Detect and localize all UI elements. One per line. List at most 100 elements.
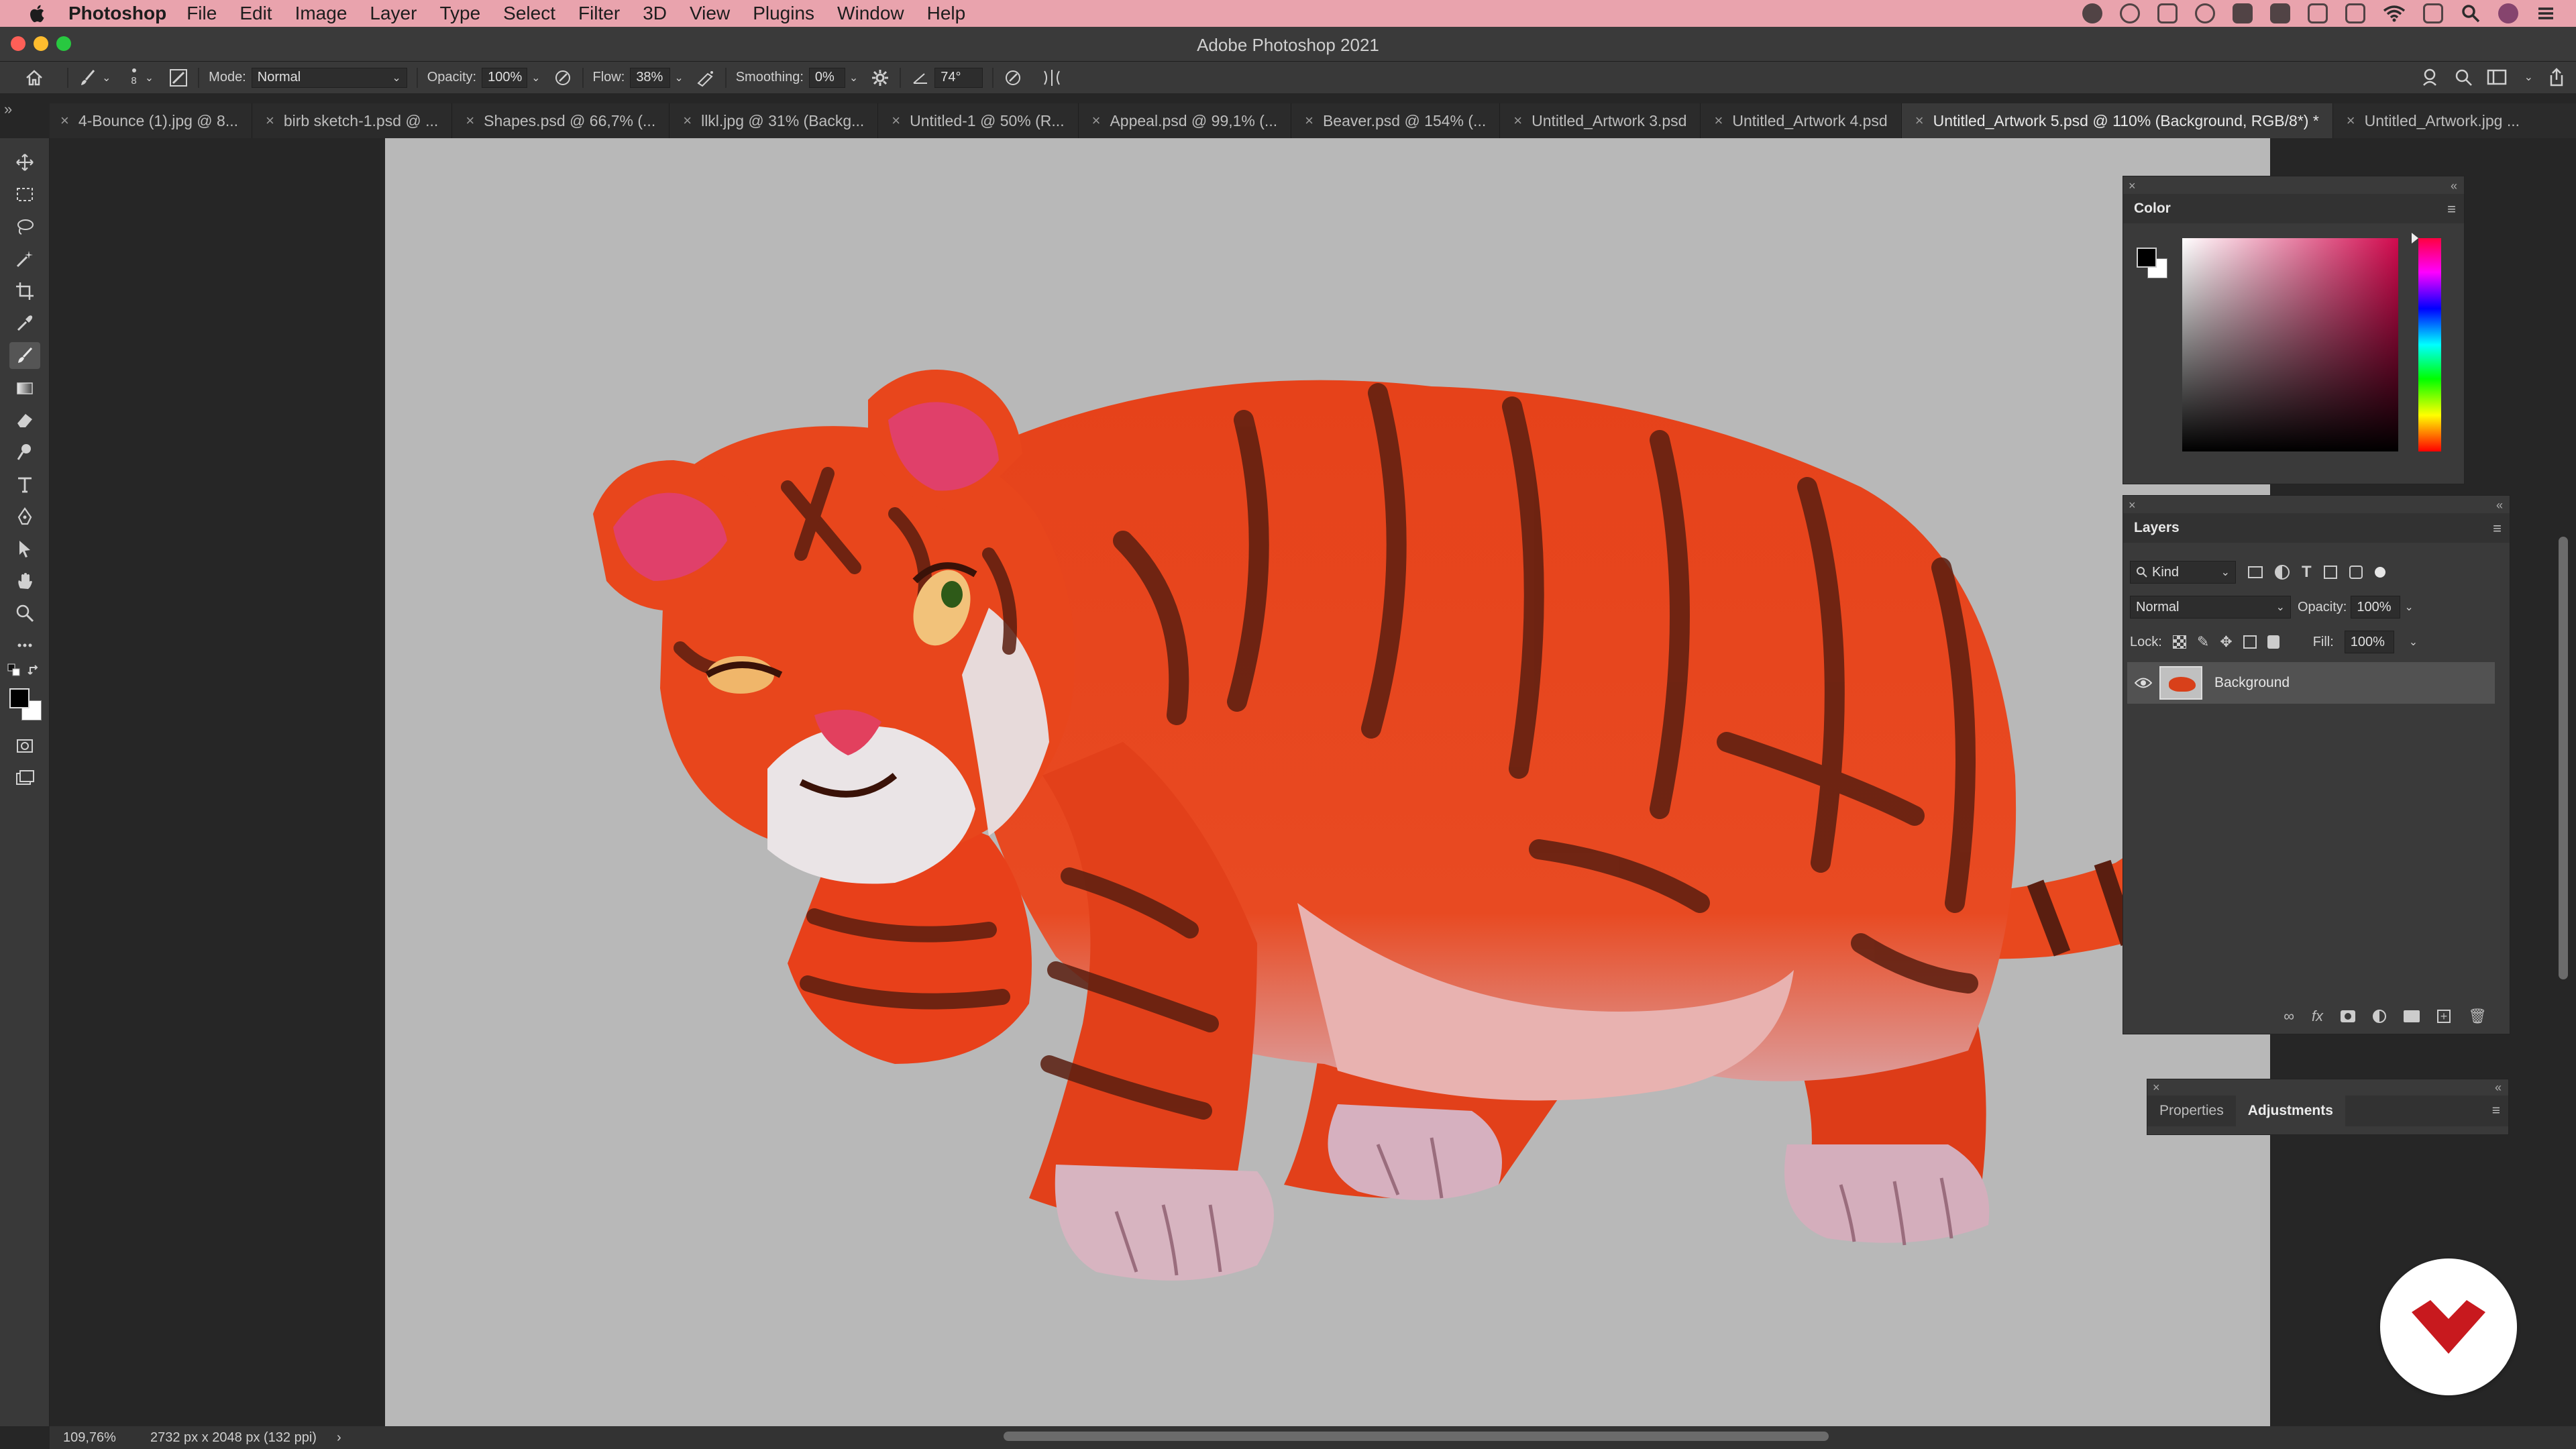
collapse-panel-icon[interactable]: «	[2495, 1081, 2502, 1095]
foreground-swatch[interactable]	[2137, 248, 2157, 268]
default-colors-icon[interactable]	[4, 661, 24, 679]
share-icon[interactable]	[2546, 67, 2567, 87]
eraser-tool-icon[interactable]	[9, 407, 40, 433]
close-tab-icon[interactable]: ×	[60, 112, 69, 129]
script-icon[interactable]	[2270, 3, 2290, 23]
screen-mode-icon[interactable]	[9, 765, 40, 792]
control-center-icon[interactable]	[2423, 3, 2443, 23]
workspace-icon[interactable]	[2487, 67, 2507, 87]
collapse-panel-icon[interactable]: «	[2496, 498, 2503, 513]
brush-icon[interactable]	[78, 68, 98, 88]
move-tool-icon[interactable]	[9, 149, 40, 176]
pen-tool-icon[interactable]	[9, 503, 40, 530]
airbrush-icon[interactable]	[696, 68, 716, 88]
vpn-icon[interactable]	[2195, 3, 2215, 23]
type-tool-icon[interactable]	[9, 471, 40, 498]
layer-opacity-field[interactable]: 100%	[2351, 596, 2401, 619]
horizontal-scrollbar[interactable]	[1004, 1432, 1829, 1441]
layer-blend-mode-dropdown[interactable]: Normal ⌄	[2130, 596, 2291, 619]
filter-toggle-icon[interactable]	[2374, 567, 2385, 578]
lasso-tool-icon[interactable]	[9, 213, 40, 240]
layer-name[interactable]: Background	[2214, 675, 2290, 691]
close-tab-icon[interactable]: ×	[1915, 112, 1924, 129]
close-panel-icon[interactable]: ×	[2129, 498, 2136, 513]
color-fg-bg-swatches[interactable]	[2135, 246, 2169, 280]
panel-menu-icon[interactable]: ≡	[2492, 1103, 2500, 1119]
magic-wand-tool-icon[interactable]	[9, 246, 40, 272]
close-tab-icon[interactable]: ×	[892, 112, 900, 129]
color-field[interactable]	[2182, 238, 2398, 451]
lock-artboard-icon[interactable]	[2243, 635, 2257, 649]
layer-thumbnail[interactable]	[2159, 666, 2202, 700]
brush-settings-panel-icon[interactable]	[168, 68, 189, 88]
sync-icon[interactable]	[2120, 3, 2140, 23]
flow-chevron-icon[interactable]: ⌄	[674, 71, 683, 85]
workspace-chevron-icon[interactable]: ⌄	[2524, 70, 2533, 84]
layer-filter-kind-dropdown[interactable]: Kind ⌄	[2130, 561, 2236, 584]
pressure-size-icon[interactable]	[1003, 68, 1023, 88]
menu-window[interactable]: Window	[837, 3, 904, 24]
smoothing-field[interactable]: 0%	[808, 67, 845, 88]
hand-tool-icon[interactable]	[9, 568, 40, 594]
crop-tool-icon[interactable]	[9, 278, 40, 305]
vertical-scrollbar[interactable]	[2559, 537, 2568, 979]
filter-smart-object-icon[interactable]	[2349, 566, 2363, 579]
menu-view[interactable]: View	[690, 3, 730, 24]
apple-icon[interactable]	[24, 3, 52, 23]
marquee-tool-icon[interactable]	[9, 181, 40, 208]
delete-layer-trash-icon[interactable]: 🗑	[2468, 1008, 2487, 1025]
document-tab[interactable]: × 4-Bounce (1).jpg @ 8...	[50, 103, 252, 138]
pressure-opacity-icon[interactable]	[553, 68, 573, 88]
zoom-level[interactable]: 109,76%	[63, 1430, 130, 1446]
close-tab-icon[interactable]: ×	[2347, 112, 2355, 129]
filter-pixel-icon[interactable]	[2248, 566, 2263, 578]
lock-image-pixels-icon[interactable]: ✎	[2197, 633, 2209, 651]
display-icon[interactable]	[2308, 3, 2328, 23]
quick-mask-icon[interactable]	[9, 733, 40, 759]
new-adjustment-layer-icon[interactable]	[2373, 1010, 2387, 1023]
menu-help[interactable]: Help	[927, 3, 966, 24]
path-selection-tool-icon[interactable]	[9, 535, 40, 562]
foreground-color-swatch[interactable]	[9, 688, 30, 708]
eye-icon[interactable]	[2127, 677, 2159, 689]
menu-plugins[interactable]: Plugins	[753, 3, 814, 24]
tab-adjustments[interactable]: Adjustments	[2235, 1095, 2345, 1126]
search-icon[interactable]	[2453, 67, 2473, 87]
tab-properties[interactable]: Properties	[2147, 1103, 2236, 1119]
document-tab[interactable]: × Untitled_Artwork 3.psd	[1500, 103, 1701, 138]
close-tab-icon[interactable]: ×	[1714, 112, 1723, 129]
document-tab-active[interactable]: × Untitled_Artwork 5.psd @ 110% (Backgrou…	[1901, 103, 2333, 138]
document-tab[interactable]: × Untitled_Artwork.jpg ...	[2333, 103, 2533, 138]
filter-adjustment-icon[interactable]	[2275, 565, 2290, 580]
lock-all-icon[interactable]	[2267, 635, 2279, 649]
menu-3d[interactable]: 3D	[643, 3, 667, 24]
panel-menu-icon[interactable]: ≡	[2493, 520, 2502, 537]
close-panel-icon[interactable]: ×	[2153, 1081, 2160, 1095]
filter-shape-icon[interactable]	[2323, 566, 2337, 579]
menu-layer[interactable]: Layer	[370, 3, 417, 24]
new-layer-icon[interactable]: +	[2437, 1010, 2451, 1023]
app-status-icon[interactable]	[2233, 3, 2253, 23]
layer-fill-field[interactable]: 100%	[2344, 631, 2394, 653]
lock-position-icon[interactable]: ✥	[2220, 633, 2232, 651]
tool-preset-chevron-icon[interactable]: ⌄	[102, 71, 111, 85]
menu-edit[interactable]: Edit	[239, 3, 272, 24]
menu-type[interactable]: Type	[439, 3, 480, 24]
user-avatar-icon[interactable]	[2498, 3, 2518, 23]
close-panel-icon[interactable]: ×	[2129, 179, 2136, 193]
screen-record-icon[interactable]	[2157, 3, 2178, 23]
document-tab[interactable]: × Beaver.psd @ 154% (...	[1291, 103, 1501, 138]
smudge-tool-icon[interactable]	[9, 439, 40, 466]
document-tab[interactable]: × Shapes.psd @ 66,7% (...	[452, 103, 670, 138]
document-tab[interactable]: × birb sketch-1.psd @ ...	[252, 103, 453, 138]
spotlight-search-icon[interactable]	[2461, 3, 2481, 23]
document-tab[interactable]: × llkl.jpg @ 31% (Backg...	[669, 103, 879, 138]
add-mask-icon[interactable]	[2341, 1010, 2356, 1022]
collapse-panel-icon[interactable]: «	[2451, 179, 2457, 193]
layer-fill-chevron-icon[interactable]: ⌄	[2409, 635, 2418, 649]
opacity-chevron-icon[interactable]: ⌄	[531, 71, 540, 85]
menu-app-name[interactable]: Photoshop	[68, 3, 166, 24]
discover-icon[interactable]	[2420, 67, 2440, 87]
menu-image[interactable]: Image	[295, 3, 347, 24]
close-tab-icon[interactable]: ×	[1513, 112, 1522, 129]
